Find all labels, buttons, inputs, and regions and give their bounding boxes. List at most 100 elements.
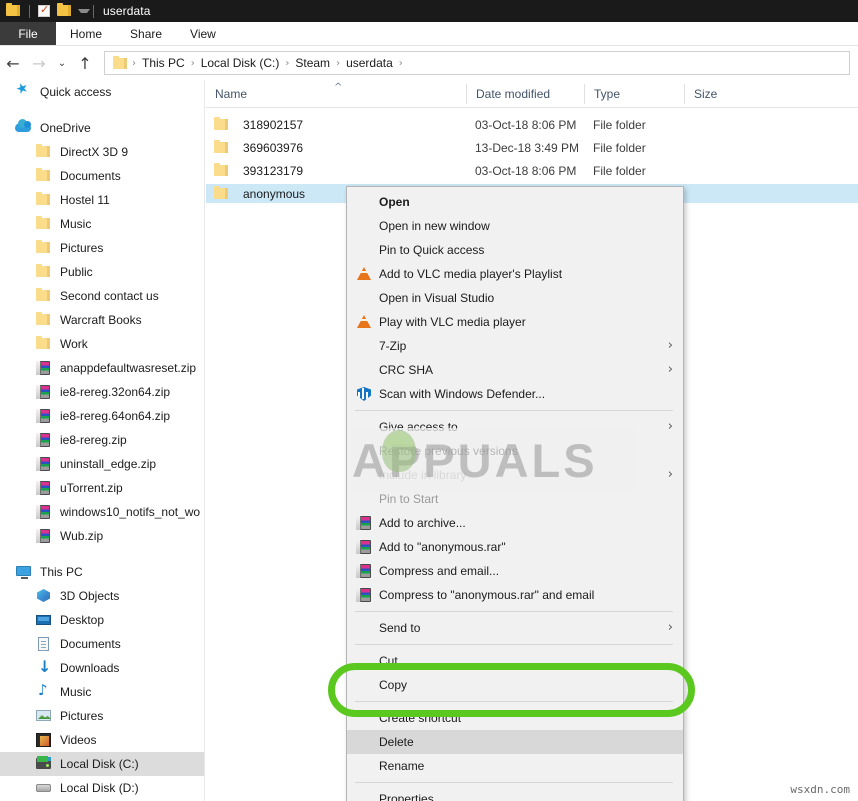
menu-item-open[interactable]: Open xyxy=(347,190,683,214)
sidebar-item-onedrive[interactable]: OneDrive xyxy=(0,116,204,140)
menu-item-open-in-new-window[interactable]: Open in new window xyxy=(347,214,683,238)
sidebar-item-music[interactable]: Music xyxy=(0,680,204,704)
menu-item-open-in-visual-studio[interactable]: Open in Visual Studio xyxy=(347,286,683,310)
menu-item-cut[interactable]: Cut xyxy=(347,649,683,673)
sidebar-item-documents[interactable]: Documents xyxy=(0,164,204,188)
cell-date: 03-Oct-18 8:06 PM xyxy=(475,117,577,132)
sidebar-item-ie8-rereg-32on64-zip[interactable]: ie8-rereg.32on64.zip xyxy=(0,380,204,404)
customize-chevron-icon[interactable] xyxy=(75,3,90,19)
sidebar-item-downloads[interactable]: Downloads xyxy=(0,656,204,680)
sidebar-item-utorrent-zip[interactable]: uTorrent.zip xyxy=(0,476,204,500)
archive-icon xyxy=(34,359,54,377)
sidebar-item-videos[interactable]: Videos xyxy=(0,728,204,752)
sidebar-item-local-disk-d[interactable]: Local Disk (D:) xyxy=(0,776,204,800)
context-menu[interactable]: Open Open in new window Pin to Quick acces… xyxy=(346,186,684,801)
menu-item-label: Properties xyxy=(379,792,434,801)
new-folder-icon[interactable] xyxy=(55,3,73,19)
menu-item-create-shortcut[interactable]: Create shortcut xyxy=(347,706,683,730)
menu-item-delete[interactable]: Delete xyxy=(347,730,683,754)
column-header-date-modified[interactable]: Date modified xyxy=(466,83,584,104)
chevron-right-icon: › xyxy=(667,338,673,353)
sidebar-item-label: Videos xyxy=(60,733,97,747)
menu-item-give-access-to[interactable]: Give access to › xyxy=(347,415,683,439)
table-row[interactable]: 393123179 03-Oct-18 8:06 PM File folder xyxy=(206,161,858,180)
tab-file[interactable]: File xyxy=(0,22,56,45)
sidebar-item-directx-3d-9[interactable]: DirectX 3D 9 xyxy=(0,140,204,164)
menu-item-label: CRC SHA xyxy=(379,363,434,377)
sidebar-item-this-pc[interactable]: This PC xyxy=(0,560,204,584)
sidebar-item-work[interactable]: Work xyxy=(0,332,204,356)
table-row[interactable]: 369603976 13-Dec-18 3:49 PM File folder xyxy=(206,138,858,157)
breadcrumb-this-pc[interactable]: This PC xyxy=(137,56,190,70)
breadcrumb-local-disk-c[interactable]: Local Disk (C:) xyxy=(196,56,285,70)
address-bar[interactable]: › This PC › Local Disk (C:) › Steam › us… xyxy=(104,51,850,75)
menu-item-add-to-vlc-media-player-s-playlist[interactable]: Add to VLC media player's Playlist xyxy=(347,262,683,286)
column-header-size[interactable]: Size xyxy=(684,83,768,104)
tab-share[interactable]: Share xyxy=(116,22,176,45)
pictures-icon xyxy=(34,707,54,725)
sidebar-item-uninstall-edge-zip[interactable]: uninstall_edge.zip xyxy=(0,452,204,476)
back-arrow-icon[interactable]: ← xyxy=(0,50,26,76)
sidebar-item-music[interactable]: Music xyxy=(0,212,204,236)
sidebar-item-wub-zip[interactable]: Wub.zip xyxy=(0,524,204,548)
sidebar-item-windows10-notifs-not-wo[interactable]: windows10_notifs_not_wo xyxy=(0,500,204,524)
sidebar-item-pictures[interactable]: Pictures xyxy=(0,704,204,728)
sidebar-item-label: Documents xyxy=(60,169,121,183)
menu-item-scan-with-windows-defender[interactable]: Scan with Windows Defender... xyxy=(347,382,683,406)
breadcrumb-steam[interactable]: Steam xyxy=(290,56,335,70)
menu-item-pin-to-quick-access[interactable]: Pin to Quick access xyxy=(347,238,683,262)
sidebar-item-label: This PC xyxy=(40,565,83,579)
menu-item-play-with-vlc-media-player[interactable]: Play with VLC media player xyxy=(347,310,683,334)
tab-home[interactable]: Home xyxy=(56,22,116,45)
sidebar-item-label: Wub.zip xyxy=(60,529,104,543)
recent-locations-chevron-icon[interactable]: ⌄ xyxy=(52,50,72,76)
menu-item-add-to-archive[interactable]: Add to archive... xyxy=(347,511,683,535)
sidebar-item-documents[interactable]: Documents xyxy=(0,632,204,656)
menu-item-restore-previous-versions[interactable]: Restore previous versions xyxy=(347,439,683,463)
sidebar-item-3d-objects[interactable]: 3D Objects xyxy=(0,584,204,608)
sidebar-item-warcraft-books[interactable]: Warcraft Books xyxy=(0,308,204,332)
menu-item-compress-to-anonymous-rar-and-email[interactable]: Compress to "anonymous.rar" and email xyxy=(347,583,683,607)
tab-view[interactable]: View xyxy=(176,22,230,45)
menu-item-copy[interactable]: Copy xyxy=(347,673,683,697)
menu-item-label: Include in library xyxy=(379,468,467,482)
sidebar-item-quick-access[interactable]: Quick access xyxy=(0,80,204,104)
sidebar-item-public[interactable]: Public xyxy=(0,260,204,284)
folder-icon xyxy=(212,116,234,134)
sidebar-item-pictures[interactable]: Pictures xyxy=(0,236,204,260)
menu-item-add-to-anonymous-rar[interactable]: Add to "anonymous.rar" xyxy=(347,535,683,559)
menu-item-send-to[interactable]: Send to › xyxy=(347,616,683,640)
sidebar-item-second-contact-us[interactable]: Second contact us xyxy=(0,284,204,308)
menu-item-compress-and-email[interactable]: Compress and email... xyxy=(347,559,683,583)
sidebar-item-label: Pictures xyxy=(60,241,104,255)
sidebar-item-ie8-rereg-zip[interactable]: ie8-rereg.zip xyxy=(0,428,204,452)
windows-defender-icon xyxy=(351,385,379,403)
menu-icon-placeholder xyxy=(351,733,379,751)
winrar-icon xyxy=(351,586,379,604)
menu-item-rename[interactable]: Rename xyxy=(347,754,683,778)
breadcrumb-userdata[interactable]: userdata xyxy=(341,56,398,70)
archive-icon xyxy=(34,479,54,497)
column-header-type[interactable]: Type xyxy=(584,83,684,104)
menu-item-label: Send to xyxy=(379,621,421,635)
table-row[interactable]: 318902157 03-Oct-18 8:06 PM File folder xyxy=(206,115,858,134)
sidebar-item-local-disk-c[interactable]: Local Disk (C:) xyxy=(0,752,204,776)
sidebar-item-ie8-rereg-64on64-zip[interactable]: ie8-rereg.64on64.zip xyxy=(0,404,204,428)
menu-item-7-zip[interactable]: 7-Zip › xyxy=(347,334,683,358)
sidebar-item-desktop[interactable]: Desktop xyxy=(0,608,204,632)
sidebar-item-hostel-11[interactable]: Hostel 11 xyxy=(0,188,204,212)
folder-icon xyxy=(34,167,54,185)
vlc-cone-icon xyxy=(351,265,379,283)
archive-icon xyxy=(34,407,54,425)
menu-item-label: Scan with Windows Defender... xyxy=(379,387,546,401)
sidebar-item-anappdefaultwasreset-zip[interactable]: anappdefaultwasreset.zip xyxy=(0,356,204,380)
properties-check-icon[interactable] xyxy=(35,3,53,19)
menu-item-crc-sha[interactable]: CRC SHA › xyxy=(347,358,683,382)
menu-item-label: Restore previous versions xyxy=(379,444,518,458)
up-arrow-icon[interactable]: ↑ xyxy=(72,50,98,76)
drive-icon xyxy=(34,779,54,797)
menu-item-properties[interactable]: Properties xyxy=(347,787,683,801)
navigation-pane[interactable]: Quick access OneDrive DirectX 3D 9 Document… xyxy=(0,80,205,801)
